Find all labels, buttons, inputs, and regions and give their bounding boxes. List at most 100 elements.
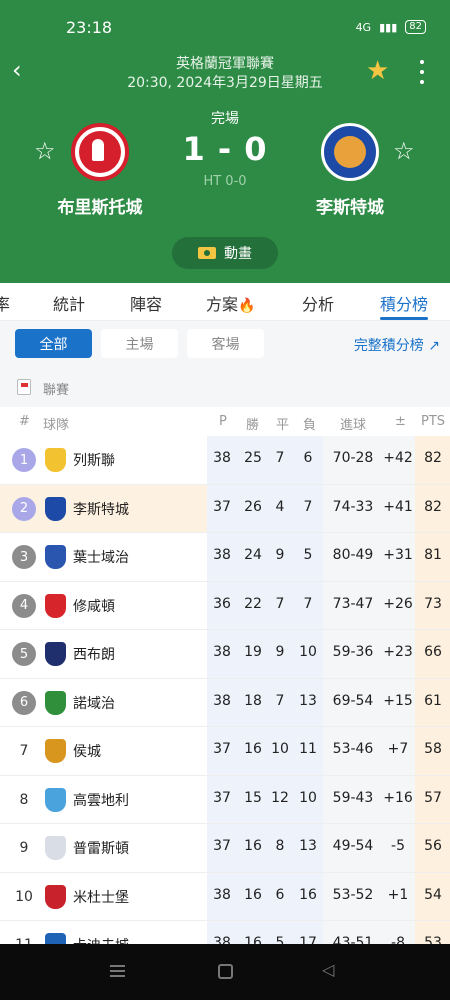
favorite-match-star-icon[interactable]: ★ [366, 58, 389, 84]
animation-label: 動畫 [224, 246, 252, 262]
col-lost: 負 [303, 418, 317, 433]
fire-icon: 🔥 [238, 298, 256, 314]
section-label: 聯賽 [43, 383, 70, 398]
recent-apps-icon[interactable] [110, 965, 125, 977]
cell-l: 7 [303, 498, 313, 515]
nav-back-icon[interactable]: ◁ [322, 960, 334, 979]
cell-pts: 73 [424, 595, 442, 612]
follow-away-star-icon[interactable]: ☆ [393, 139, 415, 163]
team-cell: 9 普雷斯頓 [0, 824, 207, 872]
team-badge-icon [45, 739, 66, 763]
table-row[interactable]: 5 西布朗 38 19 9 10 59-36 +23 66 [0, 630, 450, 679]
cell-pts: 81 [424, 547, 442, 563]
tab-stats[interactable]: 統計 [53, 291, 85, 315]
league-logo-icon [17, 379, 31, 395]
team-name: 高雲地利 [73, 792, 129, 809]
table-header: # 球隊 P 勝 平 負 進球 ± PTS [0, 407, 450, 436]
rank-badge: 6 [12, 690, 36, 715]
cell-pts: 61 [424, 692, 442, 709]
status-icons: 4G ▮▮▮ 82 [356, 20, 426, 34]
cell-l: 10 [299, 644, 317, 660]
col-points: PTS [421, 414, 446, 429]
col-goal-diff: ± [395, 414, 406, 429]
tab-bar: 率 統計 陣容 方案🔥 分析 積分榜 [0, 283, 450, 321]
cell-goals: 49-54 [332, 838, 374, 854]
home-team-name[interactable]: 布里斯托城 [30, 193, 170, 218]
table-row[interactable]: 4 修咸頓 36 22 7 7 73-47 +26 73 [0, 582, 450, 630]
filter-away-button[interactable]: 客場 [187, 329, 264, 358]
team-cell: 4 修咸頓 [0, 582, 207, 630]
table-row[interactable]: 8 高雲地利 37 15 12 10 59-43 +16 57 [0, 776, 450, 824]
filter-home-button[interactable]: 主場 [101, 329, 178, 358]
team-name: 列斯聯 [73, 453, 115, 469]
cell-pts: 82 [424, 498, 442, 515]
standings-filter-bar: 全部 主場 客場 完整積分榜 ↗ [0, 321, 450, 367]
table-row[interactable]: 6 諾域治 38 18 7 13 69-54 +15 61 [0, 679, 450, 727]
cell-goals: 70-28 [332, 450, 374, 466]
team-name: 侯城 [73, 744, 101, 760]
match-score: 1 - 0 [182, 130, 268, 168]
table-row[interactable]: 7 侯城 37 16 10 11 53-46 +7 58 [0, 727, 450, 776]
team-badge-icon [45, 642, 66, 666]
table-row[interactable]: 9 普雷斯頓 37 16 8 13 49-54 -5 56 [0, 824, 450, 873]
cell-l: 10 [299, 789, 317, 806]
active-tab-indicator [380, 317, 428, 320]
table-row[interactable]: 1 列斯聯 38 25 7 6 70-28 +42 82 [0, 436, 450, 485]
rank-badge: 9 [19, 840, 29, 856]
team-badge-icon [45, 593, 66, 618]
tab-analysis[interactable]: 分析 [302, 291, 334, 315]
team-badge-icon [45, 496, 66, 521]
home-icon[interactable] [218, 964, 233, 979]
team-cell: 5 西布朗 [0, 630, 207, 678]
team-badge-icon [45, 787, 66, 812]
cell-goals: 53-52 [332, 886, 374, 903]
league-section-header: 聯賽 [0, 367, 450, 407]
system-nav-bar: ◁ [0, 944, 450, 1000]
rank-badge: 10 [15, 888, 33, 905]
team-name: 葉士域治 [73, 550, 129, 566]
team-badge-icon [45, 690, 66, 715]
status-bar: 23:18 4G ▮▮▮ 82 [0, 0, 450, 56]
cell-pts: 58 [424, 741, 442, 757]
team-cell: 7 侯城 [0, 727, 207, 775]
away-team-name[interactable]: 李斯特城 [280, 193, 420, 218]
rank-badge: 8 [19, 791, 29, 808]
cell-l: 11 [299, 741, 317, 757]
table-row[interactable]: 3 葉士域治 38 24 9 5 80-49 +31 81 [0, 533, 450, 582]
cell-goals: 74-33 [332, 498, 374, 515]
col-rank: # [19, 414, 30, 429]
rank-badge: 4 [12, 593, 36, 618]
filter-all-button[interactable]: 全部 [15, 329, 92, 358]
team-cell: 2 李斯特城 [0, 484, 207, 532]
match-header: 23:18 4G ▮▮▮ 82 ‹ 英格蘭冠軍聯賽 20:30, 2024年3月… [0, 0, 450, 283]
cell-goals: 53-46 [332, 741, 374, 757]
team-name: 米杜士堡 [73, 889, 129, 906]
table-row[interactable]: 2 李斯特城 37 26 4 7 74-33 +41 82 [0, 484, 450, 533]
signal-icon: 4G [355, 20, 372, 34]
cell-pts: 57 [424, 789, 442, 806]
status-time: 23:18 [66, 18, 113, 37]
cell-goals: 69-54 [332, 692, 374, 709]
table-row[interactable]: 10 米杜士堡 38 16 6 16 53-52 +1 54 [0, 873, 450, 921]
tab-odds[interactable]: 率 [0, 291, 10, 315]
team-name: 諾域治 [73, 695, 115, 712]
team-name: 西布朗 [73, 647, 115, 663]
team-name: 李斯特城 [73, 501, 129, 518]
cell-goals: 59-43 [332, 789, 374, 806]
team-badge-icon [45, 545, 66, 569]
animation-button[interactable]: 動畫 [172, 237, 278, 269]
team-cell: 6 諾域治 [0, 679, 207, 727]
tab-tips[interactable]: 方案🔥 [206, 291, 255, 315]
tab-lineup[interactable]: 陣容 [130, 291, 162, 315]
tab-tips-label: 方案 [206, 295, 239, 314]
full-table-link[interactable]: 完整積分榜 ↗ [354, 335, 440, 355]
cell-l: 13 [299, 692, 317, 709]
away-team-crest[interactable] [321, 123, 379, 181]
cell-goals: 73-47 [332, 595, 374, 612]
battery-icon: 82 [405, 20, 426, 34]
cell-pts: 56 [424, 838, 442, 854]
more-menu-icon[interactable] [418, 60, 426, 84]
tab-standings[interactable]: 積分榜 [380, 291, 428, 315]
match-status: 完場 [211, 111, 239, 127]
rank-badge: 3 [12, 545, 36, 569]
